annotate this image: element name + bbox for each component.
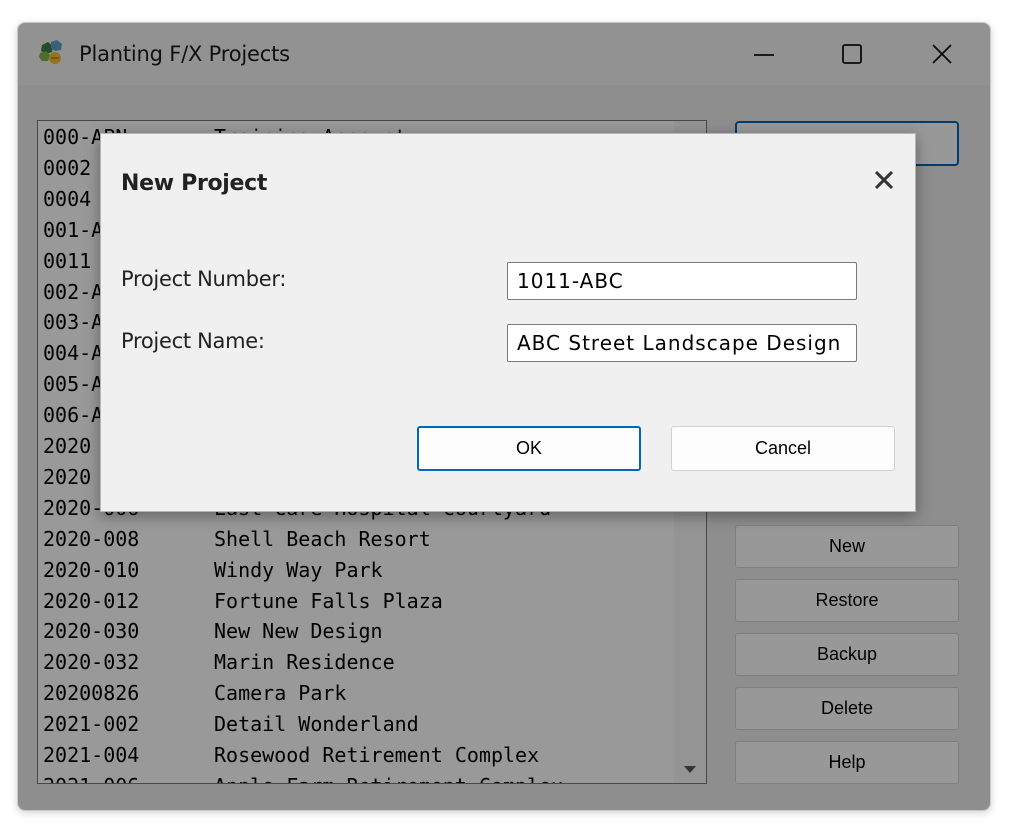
cancel-button[interactable]: Cancel — [671, 426, 895, 471]
project-number-input[interactable] — [507, 262, 857, 300]
ok-button[interactable]: OK — [417, 426, 641, 471]
dialog-title: New Project — [121, 171, 268, 196]
project-name-input[interactable] — [507, 324, 857, 362]
project-number-label: Project Number: — [121, 267, 287, 291]
project-name-label: Project Name: — [121, 329, 265, 353]
dialog-close-icon[interactable] — [872, 168, 896, 192]
new-project-dialog: New Project Project Number: Project Name… — [100, 133, 916, 512]
